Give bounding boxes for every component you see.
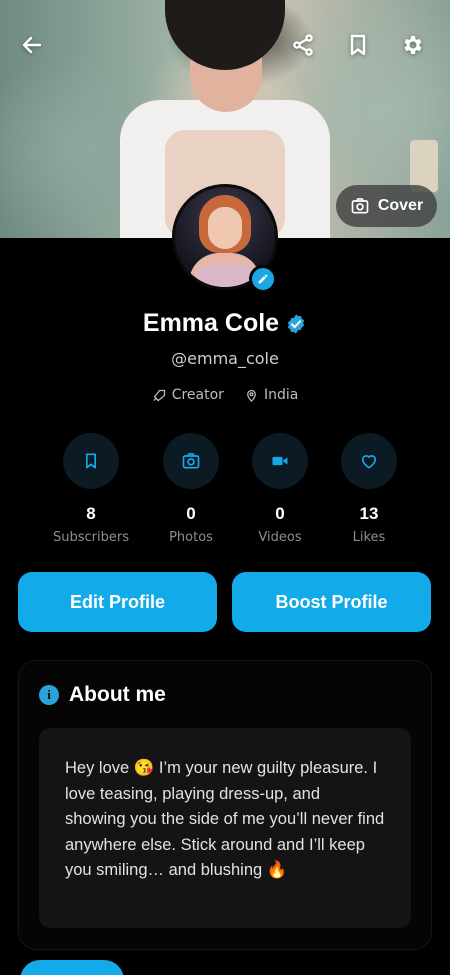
avatar-dress	[197, 265, 253, 287]
avatar-face	[208, 207, 242, 249]
stat-label: Photos	[169, 530, 213, 545]
camera-icon	[351, 198, 369, 214]
location-pin-icon	[247, 389, 256, 402]
stat-value: 13	[359, 504, 379, 523]
stat-label: Subscribers	[53, 530, 129, 545]
video-icon	[272, 456, 288, 466]
profile-name: Emma Cole	[142, 309, 280, 337]
tag-icon	[153, 389, 165, 401]
share-icon	[293, 34, 313, 56]
role-item: Creator	[152, 387, 224, 403]
location-item: India	[244, 387, 298, 403]
bottom-action-button[interactable]	[20, 960, 124, 975]
stat-photos-circle	[163, 433, 219, 489]
edit-avatar-button[interactable]	[249, 265, 277, 293]
stat-subscribers-circle	[63, 433, 119, 489]
cover-figure-hair	[165, 0, 285, 70]
cover-button-label: Cover	[377, 197, 424, 214]
about-text: Hey love 😘 I’m your new guilty pleasure.…	[39, 728, 411, 928]
edit-profile-button[interactable]: Edit Profile	[18, 572, 217, 632]
bookmark-button[interactable]	[340, 27, 376, 63]
stat-value: 0	[275, 504, 285, 523]
back-button[interactable]	[14, 27, 50, 63]
verified-badge-icon	[285, 313, 307, 335]
stat-videos[interactable]: 0 Videos	[230, 433, 330, 545]
stat-label: Videos	[258, 530, 302, 545]
profile-handle: @emma_cole	[171, 349, 279, 368]
about-header: i About me	[39, 683, 166, 707]
stat-subscribers[interactable]: 8 Subscribers	[41, 433, 141, 545]
about-card: i About me Hey love 😘 I’m your new guilt…	[18, 660, 432, 950]
change-cover-button[interactable]: Cover	[336, 185, 437, 227]
stat-photos[interactable]: 0 Photos	[141, 433, 241, 545]
share-button[interactable]	[285, 27, 321, 63]
bookmark-icon	[86, 453, 96, 469]
gear-icon	[404, 36, 422, 54]
heart-icon	[361, 455, 377, 469]
stat-value: 0	[186, 504, 196, 523]
bookmark-icon	[350, 34, 366, 56]
arrow-left-icon	[22, 36, 42, 54]
stat-likes-circle	[341, 433, 397, 489]
settings-button[interactable]	[395, 27, 431, 63]
stat-videos-circle	[252, 433, 308, 489]
stat-likes[interactable]: 13 Likes	[319, 433, 419, 545]
about-title: About me	[69, 683, 166, 706]
location-label: India	[263, 387, 299, 403]
stat-value: 8	[86, 504, 96, 523]
role-label: Creator	[171, 387, 224, 403]
pencil-icon	[258, 274, 268, 284]
boost-profile-button[interactable]: Boost Profile	[232, 572, 431, 632]
stat-label: Likes	[352, 530, 386, 545]
camera-icon	[182, 453, 200, 469]
info-icon: i	[39, 685, 59, 705]
profile-meta: Creator India	[0, 387, 450, 403]
profile-name-row: Emma Cole	[0, 309, 450, 338]
